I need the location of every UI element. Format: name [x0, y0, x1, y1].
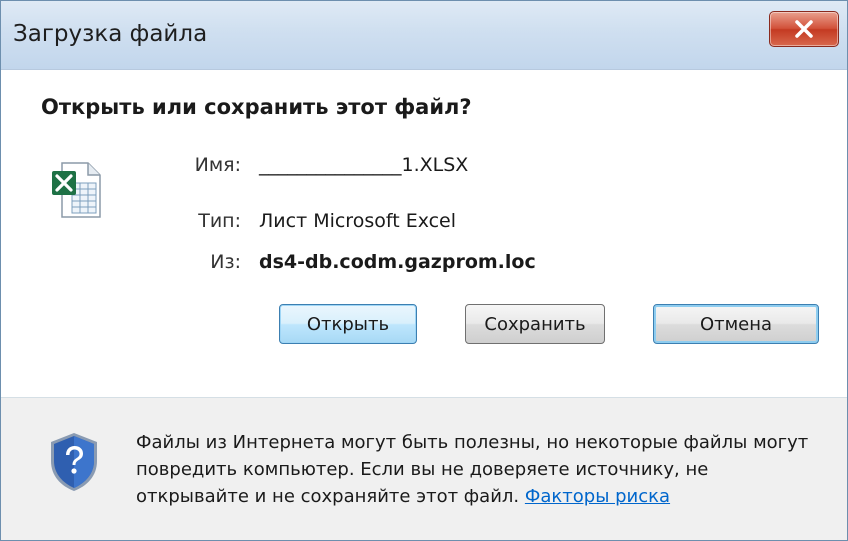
risk-factors-link[interactable]: Факторы риска [525, 486, 670, 507]
close-icon [795, 20, 813, 38]
from-label: Из: [210, 251, 241, 273]
name-label: Имя: [194, 154, 241, 176]
type-label: Тип: [198, 210, 241, 232]
dialog-question: Открыть или сохранить этот файл? [41, 95, 472, 119]
excel-file-icon [52, 162, 101, 218]
security-shield-question-icon [51, 433, 97, 491]
window-title: Загрузка файла [13, 21, 208, 47]
file-name: _______________1.XLSX [259, 154, 469, 176]
open-button[interactable]: Открыть [279, 304, 417, 344]
dialog-content [1, 70, 847, 397]
file-download-dialog: Загрузка файла Открыть или сохранить это… [0, 0, 848, 541]
warning-text: Файлы из Интернета могут быть полезны, н… [136, 432, 809, 507]
title-bar[interactable]: Загрузка файла [1, 1, 847, 70]
save-button[interactable]: Сохранить [465, 304, 605, 344]
file-source: ds4-db.codm.gazprom.loc [259, 251, 536, 273]
close-button[interactable] [769, 11, 839, 47]
security-warning: Файлы из Интернета могут быть полезны, н… [136, 429, 816, 510]
file-type: Лист Microsoft Excel [259, 210, 457, 232]
cancel-button[interactable]: Отмена [653, 304, 819, 344]
